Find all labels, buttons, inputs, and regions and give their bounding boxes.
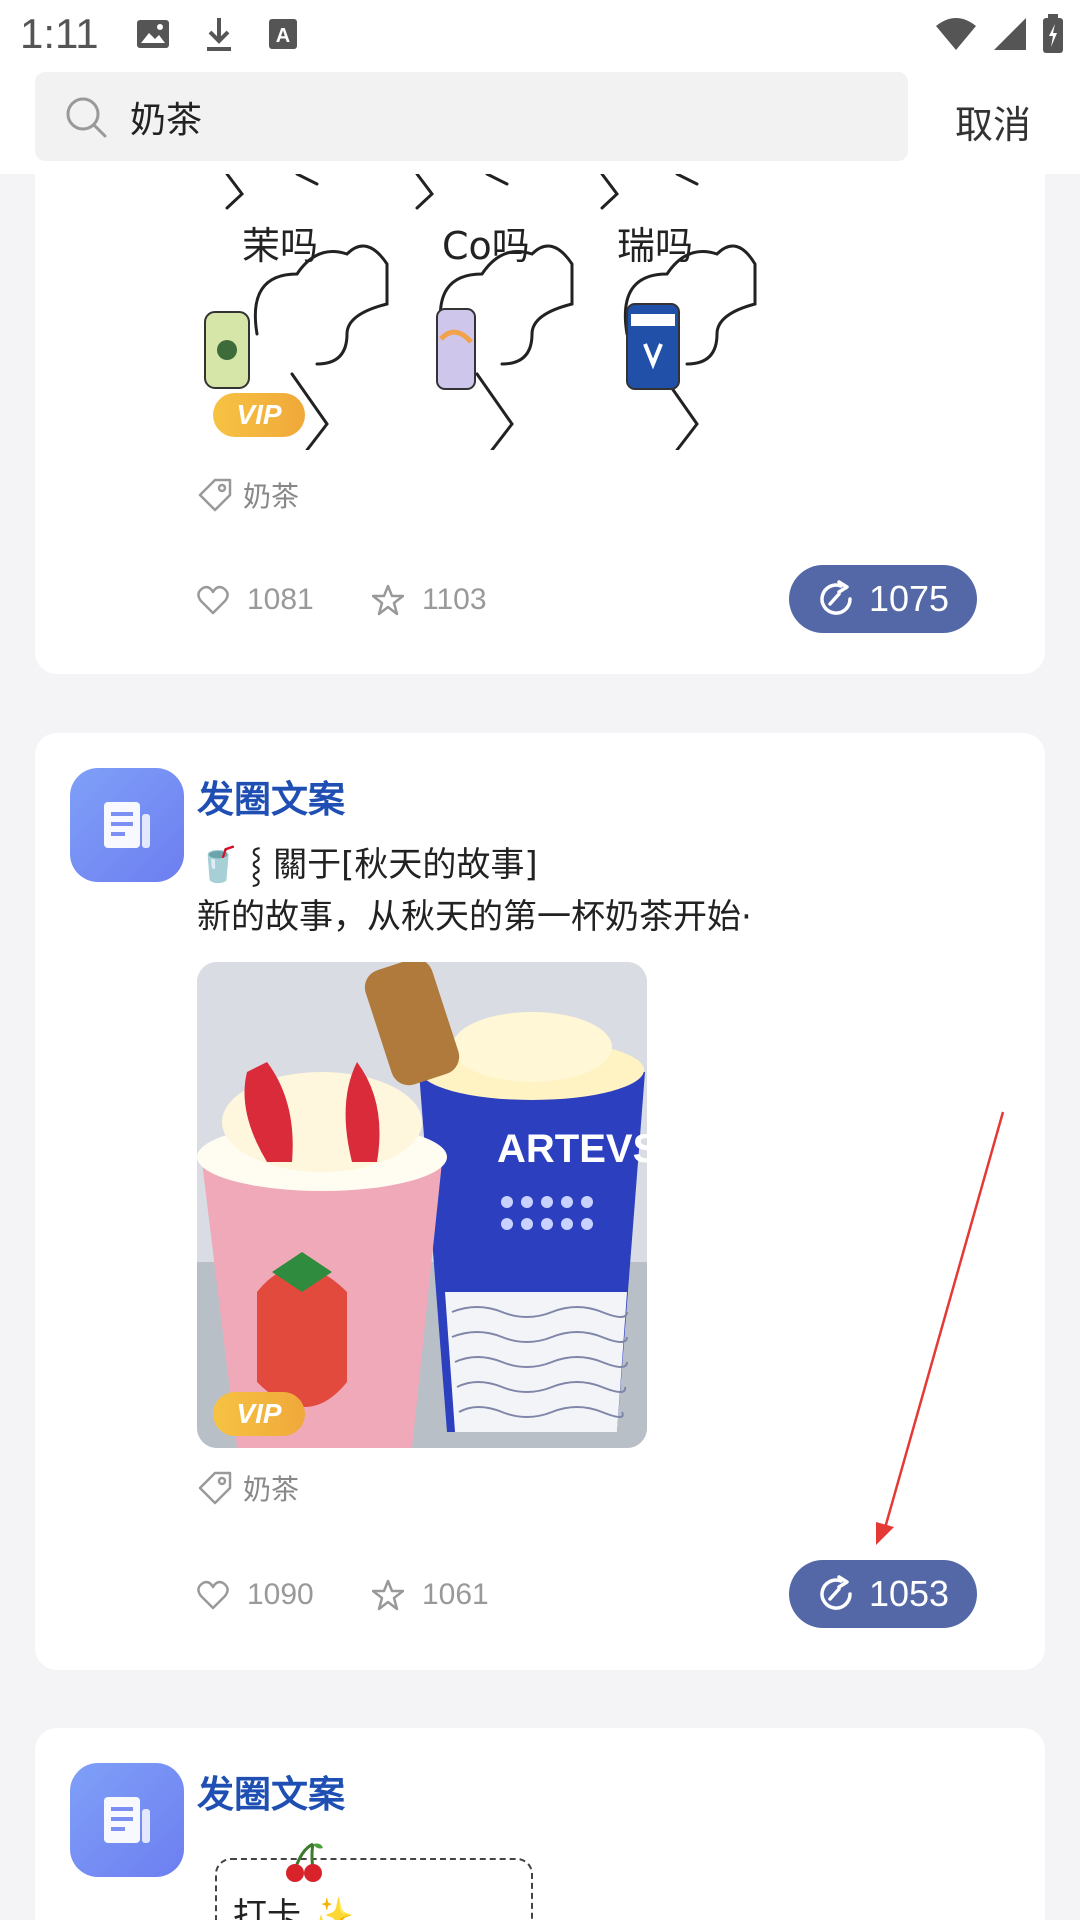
post-card[interactable]: 茉吗 Co吗 瑞吗 VIP 奶茶 1081 1103 1075 [35, 120, 1045, 674]
use-count: 1053 [868, 1573, 950, 1614]
author-avatar[interactable] [70, 1763, 184, 1877]
favorite-stat[interactable]: 1103 [372, 565, 487, 635]
heart-icon [197, 585, 229, 615]
vip-badge: VIP [213, 1392, 305, 1436]
cancel-button[interactable]: 取消 [955, 94, 1031, 149]
use-button[interactable]: 1075 [789, 565, 977, 633]
image-icon [137, 20, 169, 48]
author-name[interactable]: 发圈文案 [197, 1764, 345, 1818]
star-icon [372, 1579, 404, 1611]
share-refresh-icon [820, 580, 852, 615]
favorite-count: 1061 [422, 1578, 489, 1611]
tag-icon [198, 1471, 232, 1505]
stats-row: 1081 1103 1075 [197, 565, 977, 635]
preview-text: 打卡 ✨ [233, 1896, 355, 1920]
caption-1: 茉吗 [242, 224, 318, 268]
cup-brand: ARTEVS [497, 1127, 647, 1171]
post-image[interactable]: 茉吗 Co吗 瑞吗 VIP [197, 174, 757, 450]
like-stat[interactable]: 1090 [197, 1560, 314, 1630]
post-image[interactable]: ARTEVS VIP [197, 962, 647, 1448]
tag-row[interactable]: 奶茶 [197, 1468, 299, 1508]
search-box[interactable] [35, 72, 908, 161]
post-card[interactable]: 发圈文案 🥤 ⸾ 關于[秋天的故事] 新的故事，从秋天的第一杯奶茶开始· ART… [35, 733, 1045, 1670]
favorite-count: 1103 [422, 583, 487, 616]
status-notification-icons: A [136, 16, 298, 52]
search-header: 取消 [0, 72, 1080, 174]
like-stat[interactable]: 1081 [197, 565, 314, 635]
post-text: 🥤 ⸾ 關于[秋天的故事] 新的故事，从秋天的第一杯奶茶开始· [197, 839, 1017, 943]
search-input[interactable] [130, 72, 870, 161]
caption-2: Co吗 [442, 224, 530, 268]
font-icon: A [269, 19, 297, 49]
cherry-icon [286, 1842, 323, 1882]
like-count: 1081 [247, 583, 314, 616]
stats-row: 1090 1061 1053 [197, 1560, 977, 1630]
post-text-line: 新的故事，从秋天的第一杯奶茶开始· [197, 897, 752, 937]
author-avatar[interactable] [70, 768, 184, 882]
use-count: 1075 [868, 578, 950, 619]
svg-text:A: A [276, 25, 290, 47]
post-text-line: 🥤 ⸾ 關于[秋天的故事] [197, 845, 538, 885]
author-name[interactable]: 发圈文案 [197, 769, 345, 823]
document-icon [104, 1797, 150, 1843]
vip-badge: VIP [213, 393, 305, 437]
tag-row[interactable]: 奶茶 [197, 475, 299, 515]
battery-icon [1043, 14, 1063, 53]
tag-label: 奶茶 [243, 480, 300, 513]
search-icon [66, 97, 107, 138]
post-card[interactable]: 发圈文案 打卡 ✨ [35, 1728, 1045, 1920]
wifi-icon [936, 18, 976, 50]
signal-icon [994, 18, 1026, 50]
like-count: 1090 [247, 1578, 314, 1611]
document-icon [104, 802, 150, 848]
share-refresh-icon [820, 1575, 852, 1610]
tag-label: 奶茶 [243, 1473, 300, 1506]
favorite-stat[interactable]: 1061 [372, 1560, 489, 1630]
heart-icon [197, 1580, 229, 1610]
star-icon [372, 584, 404, 616]
status-system-icons [934, 14, 1064, 54]
use-button[interactable]: 1053 [789, 1560, 977, 1628]
milk-tea-photo: ARTEVS [197, 962, 647, 1448]
tag-icon [198, 478, 232, 512]
status-time: 1:11 [20, 10, 99, 57]
caption-3: 瑞吗 [617, 224, 693, 268]
download-icon [207, 18, 231, 51]
status-bar: 1:11 A [0, 0, 1080, 72]
